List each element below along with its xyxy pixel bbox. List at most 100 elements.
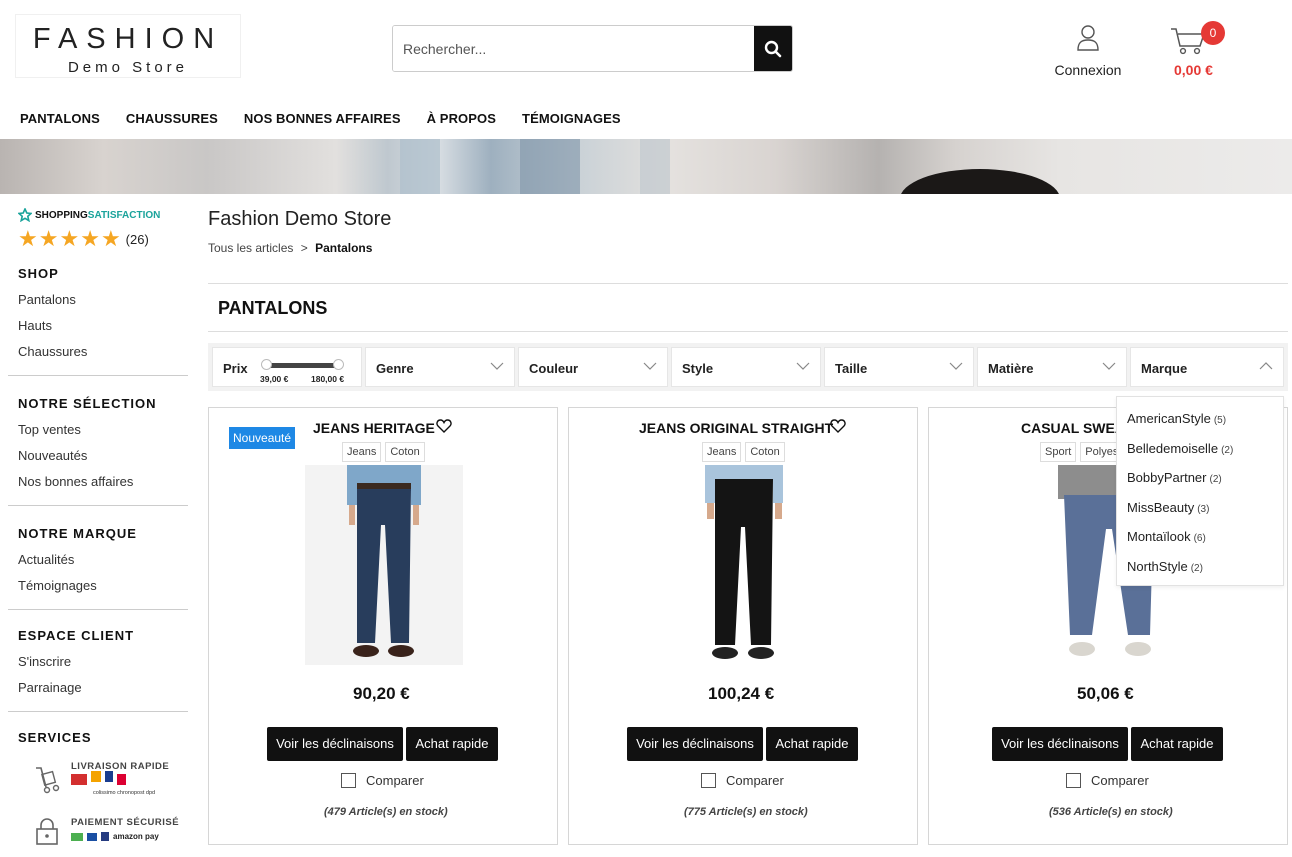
price-slider-max-handle[interactable] xyxy=(333,359,344,370)
filter-style[interactable]: Style xyxy=(671,347,821,387)
filter-matiere[interactable]: Matière xyxy=(977,347,1127,387)
sidebar-item-temoignages[interactable]: Témoignages xyxy=(18,578,188,593)
divider xyxy=(208,283,1288,284)
brand-option[interactable]: BobbyPartner (2) xyxy=(1127,470,1222,485)
sidebar-item-nouveautes[interactable]: Nouveautés xyxy=(18,448,188,463)
product-image[interactable] xyxy=(305,465,463,665)
chevron-down-icon xyxy=(490,362,504,370)
visa-logo xyxy=(87,832,97,841)
filter-marque-label: Marque xyxy=(1141,361,1188,376)
hero-banner xyxy=(0,139,1292,194)
nav-chaussures[interactable]: CHAUSSURES xyxy=(126,111,218,126)
main-nav: PANTALONS CHAUSSURES NOS BONNES AFFAIRES… xyxy=(20,111,647,126)
nav-a-propos[interactable]: À PROPOS xyxy=(427,111,496,126)
stock-info: (479 Article(s) en stock) xyxy=(324,806,448,818)
filter-genre[interactable]: Genre xyxy=(365,347,515,387)
satisfaction-label-2: SATISFACTION xyxy=(87,209,161,221)
tag-label: Coton xyxy=(385,442,425,462)
quick-buy-button[interactable]: Achat rapide xyxy=(406,727,498,761)
view-variants-button[interactable]: Voir les déclinaisons xyxy=(992,727,1128,761)
sidebar-item-hauts[interactable]: Hauts xyxy=(18,318,188,333)
product-card[interactable]: JEANS ORIGINAL STRAIGHT Jeans Coton 100,… xyxy=(568,407,918,845)
sidebar-item-inscrire[interactable]: S'inscrire xyxy=(18,654,188,669)
compare-label: Comparer xyxy=(1091,773,1149,788)
star-icon: ★ xyxy=(80,226,100,251)
padlock-icon xyxy=(36,818,58,845)
amazon-pay-logo: amazon pay xyxy=(113,832,159,841)
filter-price: Prix 39,00 € 180,00 € xyxy=(212,347,362,387)
checkbox[interactable] xyxy=(1066,773,1081,788)
compare-checkbox[interactable]: Comparer xyxy=(701,773,784,788)
sidebar-item-bonnes-affaires[interactable]: Nos bonnes affaires xyxy=(18,474,188,489)
product-card[interactable]: Nouveauté JEANS HERITAGE Jeans Coton 90,… xyxy=(208,407,558,845)
brand-option[interactable]: AmericanStyle (5) xyxy=(1127,411,1226,426)
compare-label: Comparer xyxy=(366,773,424,788)
filter-couleur[interactable]: Couleur xyxy=(518,347,668,387)
chronopost-logo xyxy=(105,771,113,782)
rating: ★ ★ ★ ★ ★ (26) xyxy=(18,226,149,251)
nav-pantalons[interactable]: PANTALONS xyxy=(20,111,100,126)
brand-option[interactable]: Belledemoiselle (2) xyxy=(1127,441,1233,456)
filter-taille[interactable]: Taille xyxy=(824,347,974,387)
brand-option[interactable]: NorthStyle (2) xyxy=(1127,559,1203,574)
cart[interactable]: 0 0,00 € xyxy=(1168,20,1228,82)
search-input[interactable] xyxy=(393,26,755,71)
carrier-logos xyxy=(71,771,130,785)
brand-option[interactable]: MissBeauty (3) xyxy=(1127,500,1209,515)
sidebar-item-chaussures[interactable]: Chaussures xyxy=(18,344,188,359)
dpd-logo xyxy=(117,774,126,785)
relay-logo xyxy=(71,774,87,785)
filter-taille-label: Taille xyxy=(835,361,868,376)
product-name[interactable]: JEANS ORIGINAL STRAIGHT xyxy=(639,420,833,436)
sidebar-item-actualites[interactable]: Actualités xyxy=(18,552,188,567)
sidebar-item-parrainage[interactable]: Parrainage xyxy=(18,680,188,695)
tag-label: Coton xyxy=(745,442,785,462)
breadcrumb-separator: > xyxy=(300,241,308,255)
sidebar-item-top-ventes[interactable]: Top ventes xyxy=(18,422,188,437)
payment-logos: amazon pay xyxy=(71,832,159,841)
product-image[interactable] xyxy=(665,465,823,665)
price-slider[interactable]: 39,00 € 180,00 € xyxy=(260,358,345,384)
search-button[interactable] xyxy=(754,26,792,71)
shopping-satisfaction-badge[interactable]: SHOPPING SATISFACTION xyxy=(18,208,160,222)
compare-checkbox[interactable]: Comparer xyxy=(1066,773,1149,788)
filter-price-label: Prix xyxy=(223,361,248,376)
product-tags: Jeans Coton xyxy=(702,442,789,462)
price-slider-track xyxy=(265,363,337,368)
satisfaction-label-1: SHOPPING xyxy=(35,209,88,221)
search-bar xyxy=(392,25,793,72)
card-logo xyxy=(71,832,83,841)
price-slider-min-handle[interactable] xyxy=(261,359,272,370)
divider xyxy=(8,375,188,376)
checkbox[interactable] xyxy=(341,773,356,788)
product-tags: Sport Polyes xyxy=(1040,442,1127,462)
product-name[interactable]: JEANS HERITAGE xyxy=(313,420,435,436)
jeans-heritage-illustration xyxy=(305,465,463,665)
chevron-down-icon xyxy=(1102,362,1116,370)
breadcrumb-root[interactable]: Tous les articles xyxy=(208,241,293,255)
nav-bonnes-affaires[interactable]: NOS BONNES AFFAIRES xyxy=(244,111,401,126)
account-link[interactable]: Connexion xyxy=(1050,24,1126,78)
compare-checkbox[interactable]: Comparer xyxy=(341,773,424,788)
header: FASHION Demo Store Connexion 0 0,00 € xyxy=(0,0,1292,100)
heart-icon[interactable] xyxy=(436,418,452,434)
colissimo-logo xyxy=(91,771,101,782)
heart-icon[interactable] xyxy=(830,418,846,434)
breadcrumb: Tous les articles > Pantalons xyxy=(208,241,372,255)
star-icon: ★ xyxy=(38,226,59,251)
quick-buy-button[interactable]: Achat rapide xyxy=(766,727,858,761)
divider xyxy=(8,609,188,610)
view-variants-button[interactable]: Voir les déclinaisons xyxy=(267,727,403,761)
price-max-value: 180,00 € xyxy=(311,374,345,384)
category-title: PANTALONS xyxy=(218,298,328,318)
product-price: 100,24 € xyxy=(708,684,775,703)
nav-temoignages[interactable]: TÉMOIGNAGES xyxy=(522,111,621,126)
store-logo[interactable]: FASHION Demo Store xyxy=(15,14,241,78)
filter-marque[interactable]: Marque xyxy=(1130,347,1284,387)
star-icon: ★ xyxy=(18,226,38,251)
brand-option[interactable]: Montaïlook (6) xyxy=(1127,529,1206,544)
checkbox[interactable] xyxy=(701,773,716,788)
quick-buy-button[interactable]: Achat rapide xyxy=(1131,727,1223,761)
sidebar-item-pantalons[interactable]: Pantalons xyxy=(18,292,188,307)
view-variants-button[interactable]: Voir les déclinaisons xyxy=(627,727,763,761)
